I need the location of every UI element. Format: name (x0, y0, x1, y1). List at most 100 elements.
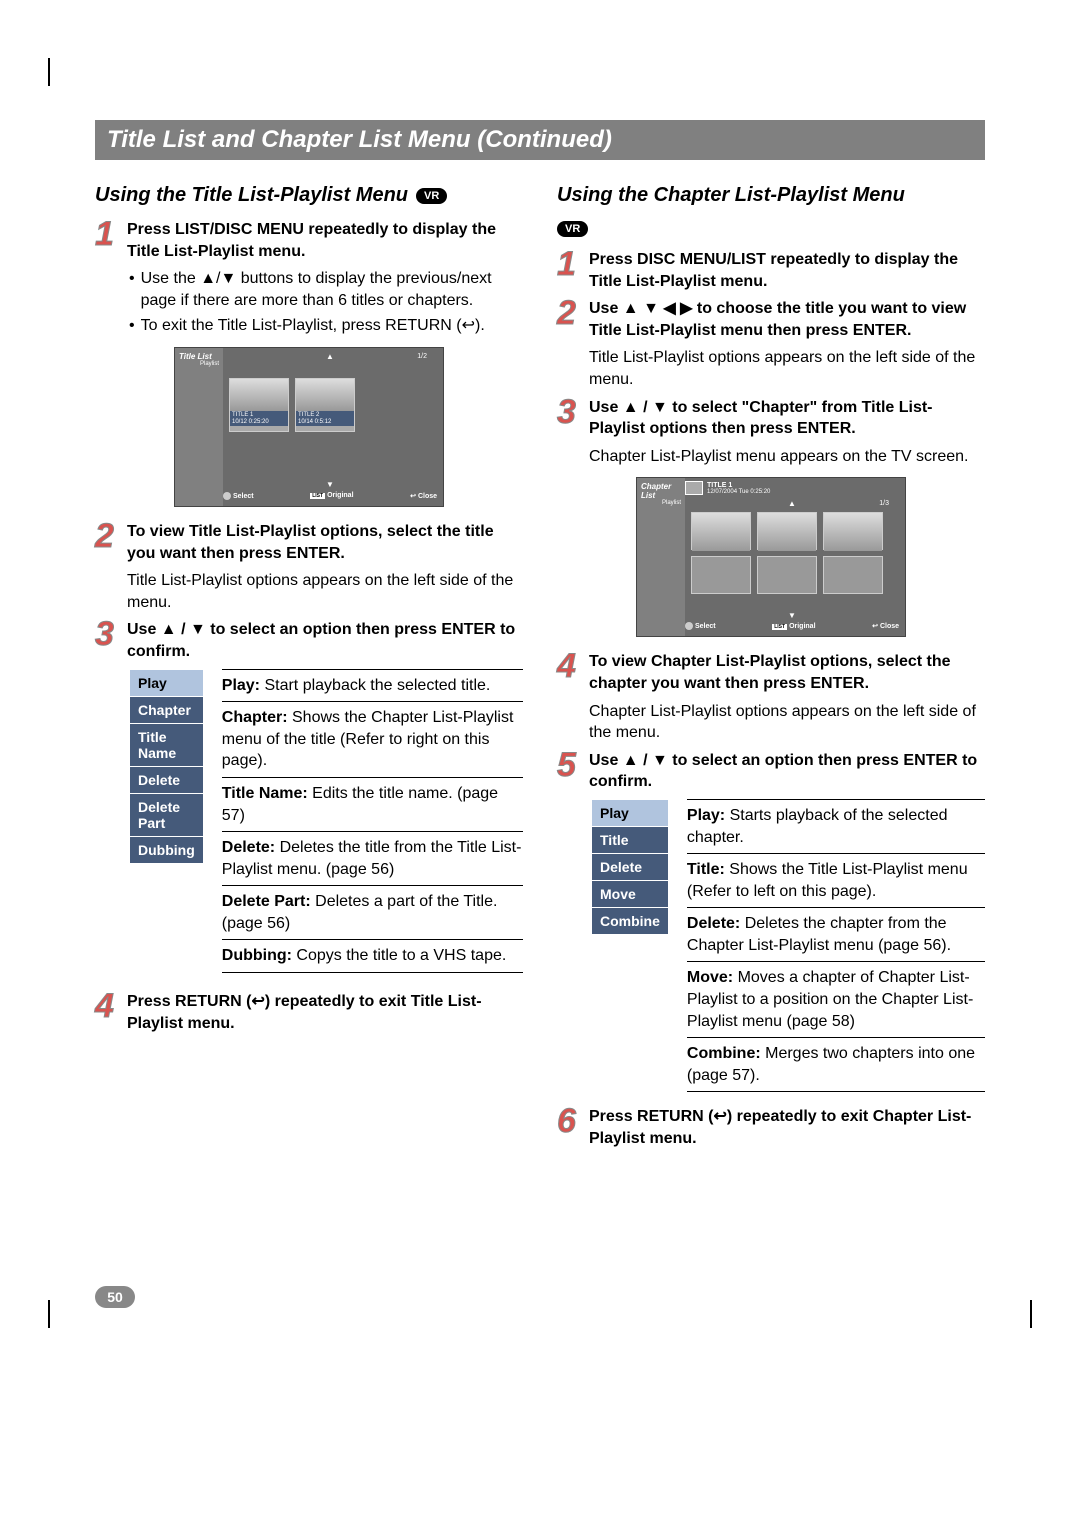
def-term: Chapter: (222, 709, 288, 726)
right-option-menu: Play Title Delete Move Combine (591, 799, 669, 935)
menu-item: Title (592, 826, 669, 853)
page-content: Title List and Chapter List Menu (Contin… (0, 0, 1080, 1156)
menu-item: Play (130, 669, 204, 696)
right-step-6: 6 Press RETURN (↩) repeatedly to exit Ch… (557, 1106, 985, 1149)
def-text: Starts playback of the selected chapter. (687, 807, 948, 846)
left-step-1: 1 Press LIST/DISC MENU repeatedly to dis… (95, 219, 523, 262)
menu-item: Chapter (130, 696, 204, 723)
step-text: Press RETURN (↩) repeatedly to exit Titl… (127, 993, 482, 1032)
step-text: Press RETURN (↩) repeatedly to exit Chap… (589, 1108, 971, 1147)
thumb-title: TITLE 2 (298, 412, 352, 419)
def-term: Move: (687, 969, 733, 986)
step-text: Press LIST/DISC MENU repeatedly to displ… (127, 221, 496, 260)
step-text: Use ▲ / ▼ to select "Chapter" from Title… (589, 399, 933, 438)
right-step-5: 5 Use ▲ / ▼ to select an option then pre… (557, 750, 985, 793)
screen-top-meta: 12/07/2004 Tue 0:25:20 (707, 489, 770, 495)
chapter-thumb (823, 556, 883, 594)
right-heading: Using the Chapter List-Playlist Menu (557, 184, 985, 207)
screen-side-sub: Playlist (641, 500, 681, 506)
menu-item: Delete Part (130, 793, 204, 836)
screen-side-sub: Playlist (179, 361, 219, 367)
bottom-close: Close (418, 493, 437, 500)
thumb-meta: 10/12 0:25:20 (232, 419, 286, 426)
bottom-list-label: Original (327, 492, 353, 499)
thumb-meta: 10/14 0:5:12 (298, 419, 352, 426)
down-arrow-icon: ▼ (326, 480, 334, 489)
right-step-4: 4 To view Chapter List-Playlist options,… (557, 651, 985, 743)
screen-side-title: Title List (179, 352, 219, 361)
title-thumb-1: TITLE 1 10/12 0:25:20 (229, 378, 289, 432)
chapter-thumb (757, 556, 817, 594)
bottom-select: Select (233, 493, 254, 500)
def-term: Dubbing: (222, 947, 292, 964)
left-column: Using the Title List-Playlist Menu VR 1 … (95, 184, 523, 1156)
list-key-icon: LIST (310, 493, 325, 499)
list-key-icon: LIST (772, 624, 787, 630)
menu-item: Delete (592, 853, 669, 880)
bullet-text: To exit the Title List-Playlist, press R… (141, 315, 485, 337)
bottom-list-label: Original (789, 623, 815, 630)
return-icon: ↩ (410, 493, 416, 500)
menu-item: Move (592, 880, 669, 907)
right-step-2: 2 Use ▲ ▼ ◀ ▶ to choose the title you wa… (557, 298, 985, 390)
page-number-badge: 50 (95, 1286, 135, 1308)
step-subtext: Title List-Playlist options appears on t… (127, 570, 523, 613)
title-list-screen: Title List Playlist ▲ 1/2 TITLE 1 10/12 … (174, 347, 444, 507)
step-number-icon: 2 (557, 298, 583, 390)
right-column: Using the Chapter List-Playlist Menu VR … (557, 184, 985, 1156)
screen-side-title: Chapter List (641, 482, 681, 500)
title-thumb-2: TITLE 2 10/14 0:5:12 (295, 378, 355, 432)
menu-item: Title Name (130, 723, 204, 766)
def-term: Play: (687, 807, 725, 824)
def-term: Combine: (687, 1045, 761, 1062)
title-icon (685, 481, 703, 495)
crop-mark (1030, 1300, 1032, 1328)
step-subtext: Chapter List-Playlist menu appears on th… (589, 446, 985, 468)
left-heading-text: Using the Title List-Playlist Menu (95, 184, 408, 207)
right-step-1: 1 Press DISC MENU/LIST repeatedly to dis… (557, 249, 985, 292)
def-term: Delete: (222, 839, 275, 856)
thumb-title: TITLE 1 (232, 412, 286, 419)
def-text: Shows the Title List-Playlist menu (Refe… (687, 861, 968, 900)
down-arrow-icon: ▼ (788, 611, 796, 620)
step-number-icon: 3 (557, 397, 583, 468)
step-text: To view Chapter List-Playlist options, s… (589, 653, 951, 692)
bottom-select: Select (695, 623, 716, 630)
step-number-icon: 5 (557, 750, 583, 793)
step-number-icon: 6 (557, 1106, 583, 1149)
chapter-thumb (757, 512, 817, 550)
left-definitions: Play: Start playback the selected title.… (222, 669, 523, 974)
left-step-3: 3 Use ▲ / ▼ to select an option then pre… (95, 619, 523, 662)
menu-item: Delete (130, 766, 204, 793)
return-icon: ↩ (872, 623, 878, 630)
screen-page-indicator: 1/2 (417, 353, 427, 360)
left-step-2: 2 To view Title List-Playlist options, s… (95, 521, 523, 613)
def-term: Play: (222, 677, 260, 694)
left-heading: Using the Title List-Playlist Menu VR (95, 184, 523, 207)
step-subtext: Title List-Playlist options appears on t… (589, 347, 985, 390)
step-text: Use ▲ / ▼ to select an option then press… (127, 621, 515, 660)
right-heading-text: Using the Chapter List-Playlist Menu (557, 184, 905, 207)
chapter-thumb (691, 556, 751, 594)
crop-mark (48, 58, 50, 86)
step-number-icon: 4 (95, 991, 121, 1034)
screen-top-title: TITLE 1 (707, 482, 770, 489)
up-arrow-icon: ▲ (788, 499, 796, 508)
step-number-icon: 2 (95, 521, 121, 613)
right-step-3: 3 Use ▲ / ▼ to select "Chapter" from Tit… (557, 397, 985, 468)
def-term: Delete Part: (222, 893, 311, 910)
vr-badge: VR (557, 221, 588, 237)
menu-item: Combine (592, 907, 669, 934)
up-arrow-icon: ▲ (326, 352, 334, 361)
def-term: Delete: (687, 915, 740, 932)
chapter-thumb (823, 512, 883, 550)
step-text: Use ▲ / ▼ to select an option then press… (589, 752, 977, 791)
step-number-icon: 3 (95, 619, 121, 662)
vr-badge: VR (416, 188, 447, 204)
left-step1-bullets: Use the ▲/▼ buttons to display the previ… (129, 268, 523, 337)
def-term: Title Name: (222, 785, 308, 802)
right-definitions: Play: Starts playback of the selected ch… (687, 799, 985, 1093)
crop-mark (48, 1300, 50, 1328)
left-option-menu: Play Chapter Title Name Delete Delete Pa… (129, 669, 204, 864)
select-dot-icon (685, 622, 693, 630)
